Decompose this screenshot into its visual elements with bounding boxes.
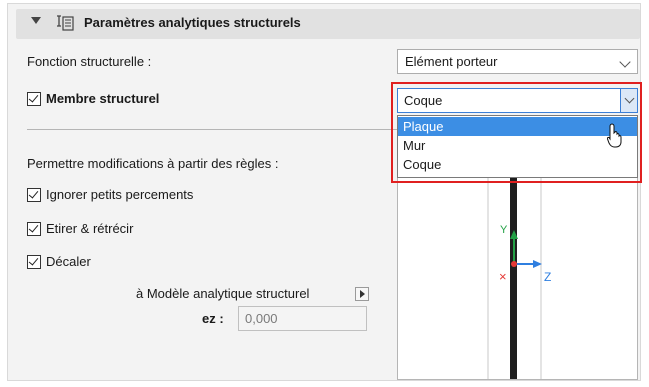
ez-value: 0,000 (245, 311, 278, 326)
origin-dot-icon (511, 261, 517, 267)
ignorer-checkbox[interactable] (27, 188, 41, 202)
hand-cursor-icon (607, 123, 622, 148)
play-arrow-button[interactable] (355, 287, 369, 301)
y-axis-label: Y (500, 224, 508, 236)
x-axis-label: × (499, 269, 507, 284)
section-title: Paramètres analytiques structurels (84, 15, 301, 30)
membre-checkbox[interactable] (27, 92, 41, 106)
fonction-label: Fonction structurelle : (27, 54, 152, 69)
z-axis-label: Z (544, 270, 551, 284)
etirer-label: Etirer & rétrécir (46, 221, 134, 236)
model-label: à Modèle analytique structurel (136, 286, 310, 301)
structural-settings-icon (57, 15, 74, 31)
membre-label: Membre structurel (46, 91, 160, 106)
ignorer-label: Ignorer petits percements (46, 187, 194, 202)
section-header[interactable]: Paramètres analytiques structurels (16, 9, 640, 39)
collapse-arrow-icon[interactable] (31, 17, 41, 24)
fonction-select[interactable]: Elément porteur (397, 49, 638, 74)
divider (27, 129, 397, 130)
chevron-down-icon (619, 56, 631, 68)
ez-label: ez : (202, 311, 224, 326)
fonction-value: Elément porteur (405, 54, 498, 69)
ez-input[interactable]: 0,000 (238, 306, 367, 331)
rules-label: Permettre modifications à partir des règ… (27, 156, 279, 171)
etirer-checkbox[interactable] (27, 222, 41, 236)
decaler-checkbox[interactable] (27, 255, 41, 269)
highlight-outline (391, 82, 642, 183)
decaler-label: Décaler (46, 254, 91, 269)
